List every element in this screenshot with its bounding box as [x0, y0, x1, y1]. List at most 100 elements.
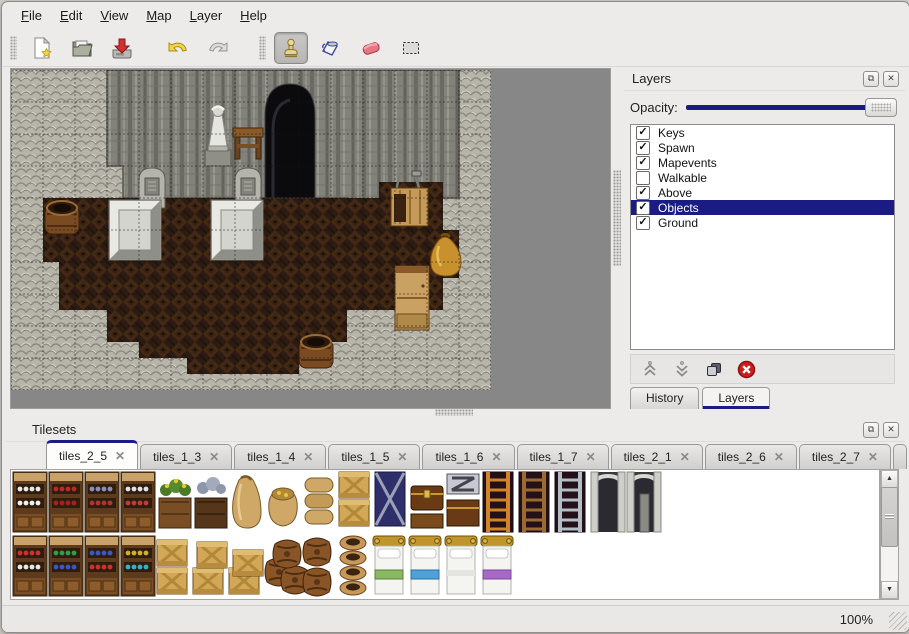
tilesets-panel-title: Tilesets [32, 422, 76, 437]
menu-bar: File Edit View Map Layer Help [2, 2, 909, 29]
opacity-label: Opacity: [630, 100, 680, 115]
tileset-tab-tiles_1_3[interactable]: tiles_1_3 ✕ [140, 444, 232, 469]
tileset-tab-tiles_2_7[interactable]: tiles_2_7 ✕ [799, 444, 891, 469]
open-map-button[interactable] [65, 32, 99, 64]
cabinet-object [395, 266, 429, 330]
menu-map[interactable]: Map [137, 5, 180, 26]
layers-panel: Layers ⧉ ✕ Opacity: ✓ Keys ✓ Spawn ✓ [624, 68, 905, 409]
close-panel-icon[interactable]: ✕ [883, 71, 899, 87]
menu-edit[interactable]: Edit [51, 5, 91, 26]
tileset-scrollbar[interactable]: ▲ ▼ [880, 469, 899, 600]
tileset-tab-tiles_1_5[interactable]: tiles_1_5 ✕ [328, 444, 420, 469]
tileset-canvas[interactable] [10, 469, 880, 600]
map-viewport [10, 68, 611, 409]
redo-icon [205, 36, 231, 60]
layer-row-ground[interactable]: ✓ Ground [631, 215, 894, 230]
redo-button[interactable] [201, 32, 235, 64]
visibility-checkbox[interactable]: ✓ [636, 216, 650, 230]
map-canvas[interactable] [11, 70, 491, 390]
resize-grip[interactable] [889, 612, 907, 630]
paint-bucket-icon [319, 36, 343, 60]
tileset-tab-bar: tiles_2_5 ✕ tiles_1_3 ✕ tiles_1_4 ✕ tile… [46, 442, 903, 469]
opacity-slider-handle[interactable] [865, 98, 897, 117]
visibility-checkbox[interactable]: ✓ [636, 186, 650, 200]
visibility-checkbox[interactable]: ✓ [636, 126, 650, 140]
save-map-button[interactable] [105, 32, 139, 64]
tab-close-icon[interactable]: ✕ [209, 450, 219, 464]
save-icon [110, 36, 134, 60]
visibility-checkbox[interactable]: ✓ [636, 201, 650, 215]
lower-layer-button[interactable] [671, 358, 693, 380]
layer-name: Ground [658, 216, 698, 230]
delete-layer-button[interactable] [735, 358, 757, 380]
horizontal-splitter-handle[interactable] [435, 409, 473, 416]
toolbar-grip[interactable] [259, 36, 266, 60]
float-panel-icon[interactable]: ⧉ [863, 422, 879, 438]
opacity-slider[interactable] [686, 98, 897, 116]
duplicate-layer-button[interactable] [703, 358, 725, 380]
menu-help[interactable]: Help [231, 5, 276, 26]
tileset-tab-tiles_2_6[interactable]: tiles_2_6 ✕ [705, 444, 797, 469]
layer-name: Above [658, 186, 692, 200]
tab-close-icon[interactable]: ✕ [586, 450, 596, 464]
tab-close-icon[interactable]: ✕ [680, 450, 690, 464]
tileset-tab-tiles_1_4[interactable]: tiles_1_4 ✕ [234, 444, 326, 469]
layer-row-mapevents[interactable]: ✓ Mapevents [631, 155, 894, 170]
vertical-splitter-handle[interactable] [613, 170, 621, 266]
toolbar-grip[interactable] [10, 36, 17, 60]
tab-close-icon[interactable]: ✕ [491, 450, 501, 464]
layer-row-objects[interactable]: ✓ Objects [631, 200, 894, 215]
menu-view[interactable]: View [91, 5, 137, 26]
layer-row-keys[interactable]: ✓ Keys [631, 125, 894, 140]
tab-close-icon[interactable]: ✕ [397, 450, 407, 464]
eraser-icon [358, 36, 384, 60]
float-panel-icon[interactable]: ⧉ [863, 71, 879, 87]
opacity-row: Opacity: [630, 96, 897, 118]
visibility-checkbox[interactable]: ✓ [636, 156, 650, 170]
fill-tool-button[interactable] [314, 32, 348, 64]
raise-layer-icon [641, 360, 659, 378]
delete-layer-icon [737, 360, 756, 379]
eraser-tool-button[interactable] [354, 32, 388, 64]
toolbar [2, 29, 909, 67]
open-folder-icon [70, 36, 94, 60]
tab-layers[interactable]: Layers [702, 387, 770, 409]
layer-row-above[interactable]: ✓ Above [631, 185, 894, 200]
layer-row-spawn[interactable]: ✓ Spawn [631, 140, 894, 155]
stamp-icon [279, 36, 303, 60]
tab-close-icon[interactable]: ✕ [303, 450, 313, 464]
layers-panel-titlebar: Layers ⧉ ✕ [624, 68, 905, 91]
layer-buttons-bar [630, 354, 895, 384]
opacity-slider-track[interactable] [686, 105, 895, 110]
tilesets-panel-titlebar: Tilesets ⧉ ✕ [6, 419, 905, 442]
tab-close-icon[interactable]: ✕ [774, 450, 784, 464]
layer-name: Mapevents [658, 156, 717, 170]
tileset-tab-tiles_1_6[interactable]: tiles_1_6 ✕ [422, 444, 514, 469]
layer-name: Spawn [658, 141, 695, 155]
close-panel-icon[interactable]: ✕ [883, 422, 899, 438]
raise-layer-button[interactable] [639, 358, 661, 380]
menu-layer[interactable]: Layer [181, 5, 232, 26]
tab-history[interactable]: History [630, 387, 699, 409]
scrollbar-thumb[interactable] [881, 487, 898, 547]
layer-name: Keys [658, 126, 685, 140]
scroll-down-icon[interactable]: ▼ [881, 581, 898, 599]
undo-button[interactable] [161, 32, 195, 64]
tileset-tab-tiles_2_1[interactable]: tiles_2_1 ✕ [611, 444, 703, 469]
tab-close-icon[interactable]: ✕ [868, 450, 878, 464]
new-map-button[interactable] [25, 32, 59, 64]
rect-select-icon [399, 36, 423, 60]
tileset-tab-truncated[interactable]: tiles_ [893, 444, 907, 469]
tab-close-icon[interactable]: ✕ [115, 449, 125, 463]
select-tool-button[interactable] [394, 32, 428, 64]
undo-icon [165, 36, 191, 60]
layer-row-walkable[interactable]: Walkable [631, 170, 894, 185]
visibility-checkbox[interactable] [636, 171, 650, 185]
menu-file[interactable]: File [12, 5, 51, 26]
layer-name: Objects [658, 201, 699, 215]
visibility-checkbox[interactable]: ✓ [636, 141, 650, 155]
scroll-up-icon[interactable]: ▲ [881, 470, 898, 488]
stamp-tool-button[interactable] [274, 32, 308, 64]
tileset-tab-tiles_1_7[interactable]: tiles_1_7 ✕ [517, 444, 609, 469]
tileset-tab-tiles_2_5[interactable]: tiles_2_5 ✕ [46, 440, 138, 469]
